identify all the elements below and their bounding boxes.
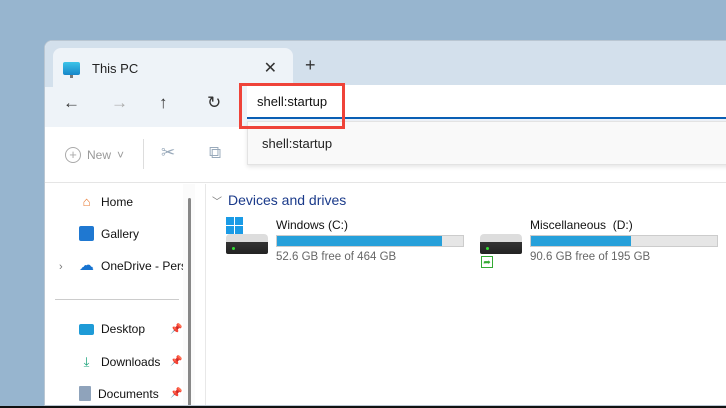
drive-icon: [480, 234, 522, 254]
sidebar-item-label: Desktop: [101, 322, 146, 336]
drive-name: Windows (C:): [276, 218, 349, 232]
pin-icon[interactable]: 📌: [170, 356, 182, 367]
new-tab-button[interactable]: +: [305, 55, 316, 76]
cloud-icon: ☁: [79, 257, 94, 274]
drive-usage-fill: [531, 236, 631, 246]
forward-button[interactable]: →: [111, 93, 128, 113]
sidebar-item-gallery[interactable]: Gallery: [79, 226, 139, 241]
chevron-right-icon[interactable]: ›: [59, 261, 63, 273]
sidebar-item-home[interactable]: ⌂ Home: [79, 194, 133, 209]
sidebar-item-desktop[interactable]: Desktop: [79, 322, 145, 336]
content-area: ﹀ Devices and drives Windows (C:) 52.6 GB…: [206, 184, 726, 405]
home-icon: ⌂: [82, 194, 91, 209]
sidebar-item-label: Documents: [98, 386, 159, 401]
section-title: Devices and drives: [228, 192, 347, 208]
tab-title: This PC: [92, 60, 139, 76]
drive-c[interactable]: Windows (C:) 52.6 GB free of 464 GB: [226, 217, 476, 268]
highlight-box: [239, 83, 345, 129]
close-tab-icon[interactable]: ✕: [264, 58, 277, 78]
pin-icon[interactable]: 📌: [170, 324, 182, 335]
drive-usage-fill: [277, 236, 442, 246]
drive-d[interactable]: ➦ Miscellaneous (D:) 90.6 GB free of 195…: [480, 218, 726, 268]
gallery-icon: [79, 226, 94, 241]
drive-name: Miscellaneous (D:): [530, 218, 633, 232]
sidebar-item-label: Downloads: [101, 354, 161, 369]
tab-this-pc[interactable]: This PC ✕: [53, 48, 293, 88]
up-button[interactable]: ↑: [159, 93, 168, 113]
sidebar-item-label: Gallery: [101, 226, 140, 241]
section-devices-and-drives[interactable]: ﹀ Devices and drives: [212, 192, 346, 208]
desktop-icon: [79, 323, 94, 335]
shortcut-arrow-icon: ➦: [481, 256, 493, 268]
document-icon: [79, 386, 91, 401]
this-pc-icon: [63, 61, 80, 78]
divider: [55, 299, 179, 300]
sidebar-item-label: Home: [101, 194, 134, 209]
drive-usage-bar: [530, 235, 718, 247]
back-button[interactable]: ←: [63, 93, 80, 113]
pin-icon[interactable]: 📌: [170, 388, 182, 399]
drive-free-space: 52.6 GB free of 464 GB: [276, 251, 397, 263]
plus-icon: +: [65, 147, 81, 163]
sidebar: ⌂ Home Gallery › ☁ OneDrive - Perso Deskto…: [45, 184, 195, 405]
chevron-down-icon: ˅: [117, 148, 125, 162]
cut-icon[interactable]: ✂: [161, 143, 175, 163]
download-icon: ⤓: [83, 354, 90, 369]
sidebar-item-downloads[interactable]: ⤓ Downloads: [79, 354, 161, 369]
divider: [143, 139, 144, 169]
sidebar-item-onedrive[interactable]: ☁ OneDrive - Perso: [79, 258, 194, 273]
new-label: New: [87, 148, 112, 162]
new-button[interactable]: + New ˅: [65, 147, 124, 163]
windows-logo-icon: [226, 217, 243, 234]
chevron-down-icon: ﹀: [212, 196, 222, 208]
refresh-button[interactable]: ↻: [207, 93, 221, 113]
drive-free-space: 90.6 GB free of 195 GB: [530, 251, 651, 263]
tab-bar: This PC ✕ +: [45, 41, 726, 88]
scrollbar-thumb[interactable]: [188, 198, 191, 405]
file-explorer-window: This PC ✕ + ← → ↑ ↻ shell:startup shell:…: [44, 40, 726, 406]
sidebar-item-label: OneDrive - Perso: [101, 258, 194, 273]
drive-usage-bar: [276, 235, 464, 247]
drive-icon: [226, 234, 268, 254]
copy-icon[interactable]: ⧉: [209, 143, 221, 163]
sidebar-item-documents[interactable]: Documents: [79, 386, 159, 401]
